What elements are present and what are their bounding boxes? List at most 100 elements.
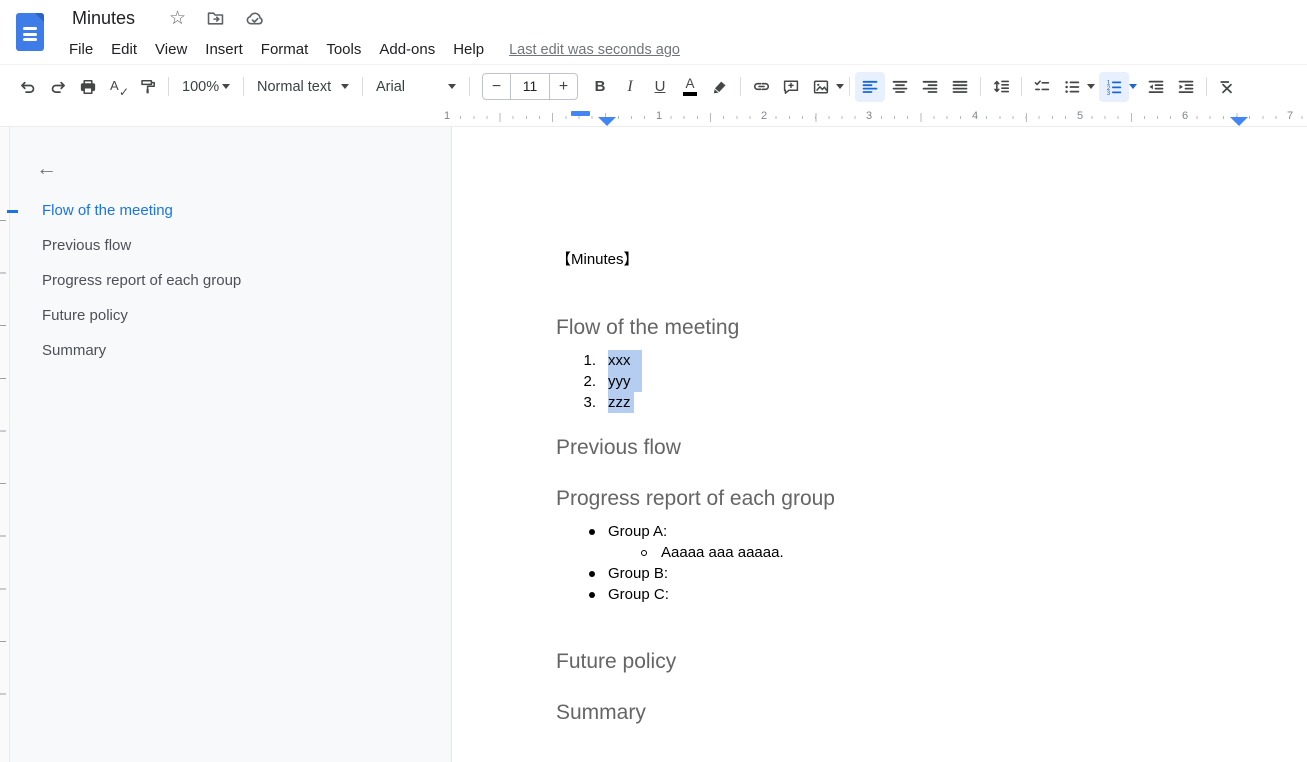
toolbar-divider	[168, 77, 169, 96]
outline-sidebar: ← Flow of the meeting Previous flow Prog…	[10, 127, 451, 762]
numbered-list-button[interactable]: 1 2 3	[1099, 72, 1129, 102]
bulleted-list-button[interactable]	[1057, 72, 1087, 102]
insert-link-icon[interactable]	[746, 72, 776, 102]
ruler-number: 4	[969, 110, 981, 122]
list-item: 3.zzz	[556, 392, 1267, 413]
clear-formatting-button[interactable]	[1212, 72, 1242, 102]
insert-image-icon[interactable]	[806, 72, 836, 102]
star-icon[interactable]: ☆	[169, 7, 186, 30]
outline-item-progress-report[interactable]: Progress report of each group	[10, 263, 451, 298]
ruler-number: 1	[441, 110, 453, 122]
list-item: 1.xxx	[556, 350, 1267, 371]
heading-summary: Summary	[556, 702, 1267, 724]
menu-format[interactable]: Format	[252, 39, 318, 60]
menu-bar: File Edit View Insert Format Tools Add-o…	[68, 39, 680, 60]
selected-text: yyy	[608, 371, 642, 392]
first-line-indent-marker[interactable]	[571, 111, 590, 116]
menu-addons[interactable]: Add-ons	[370, 39, 444, 60]
underline-button[interactable]: U	[645, 72, 675, 102]
outline-item-previous-flow[interactable]: Previous flow	[10, 228, 451, 263]
left-indent-marker[interactable]	[598, 117, 616, 126]
text-color-button[interactable]: A	[675, 72, 705, 102]
back-arrow-icon: ←	[36, 157, 57, 181]
heading-progress-report: Progress report of each group	[556, 488, 1267, 510]
toolbar-divider	[1021, 77, 1022, 96]
toolbar-divider	[1206, 77, 1207, 96]
svg-text:3: 3	[1107, 90, 1111, 96]
document-title[interactable]: Minutes	[68, 7, 139, 30]
menu-view[interactable]: View	[146, 39, 196, 60]
right-indent-marker[interactable]	[1230, 117, 1248, 126]
vertical-ruler-ticks	[0, 220, 6, 740]
align-left-button[interactable]	[855, 72, 885, 102]
list-item: Group B:	[556, 563, 1267, 584]
zoom-select[interactable]: 100%	[174, 72, 238, 102]
increase-indent-button[interactable]	[1171, 72, 1201, 102]
heading-previous-flow: Previous flow	[556, 437, 1267, 459]
increase-font-size-button[interactable]: +	[550, 78, 577, 96]
italic-button[interactable]: I	[615, 72, 645, 102]
redo-button[interactable]	[43, 72, 73, 102]
line-spacing-icon[interactable]	[986, 72, 1016, 102]
bullet-icon	[589, 571, 595, 577]
menu-file[interactable]: File	[68, 39, 102, 60]
decrease-indent-button[interactable]	[1141, 72, 1171, 102]
add-comment-icon[interactable]	[776, 72, 806, 102]
sub-bullet-icon	[641, 550, 647, 556]
close-outline-button[interactable]: ←	[36, 157, 60, 181]
document-page[interactable]: 【Minutes】 Flow of the meeting 1.xxx 2.yy…	[451, 127, 1307, 762]
move-to-folder-icon[interactable]	[206, 9, 225, 28]
toolbar-divider	[740, 77, 741, 96]
list-item: 2.yyy	[556, 371, 1267, 392]
menu-tools[interactable]: Tools	[317, 39, 370, 60]
toolbar-divider	[469, 77, 470, 96]
selected-text: xxx	[608, 350, 642, 371]
last-edit-status[interactable]: Last edit was seconds ago	[509, 42, 680, 58]
undo-button[interactable]	[13, 72, 43, 102]
vertical-ruler	[0, 127, 10, 762]
selected-text: zzz	[608, 392, 634, 413]
spellcheck-icon[interactable]: A✓	[103, 72, 133, 102]
toolbar-divider	[243, 77, 244, 96]
align-center-button[interactable]	[885, 72, 915, 102]
menu-edit[interactable]: Edit	[102, 39, 146, 60]
menu-insert[interactable]: Insert	[196, 39, 252, 60]
decrease-font-size-button[interactable]: −	[483, 78, 510, 96]
outline-item-future-policy[interactable]: Future policy	[10, 298, 451, 333]
outline-item-flow-of-the-meeting[interactable]: Flow of the meeting	[10, 193, 451, 228]
paint-format-icon[interactable]	[133, 72, 163, 102]
heading-future-policy: Future policy	[556, 651, 1267, 673]
ruler-number: 3	[863, 110, 875, 122]
numbered-list: 1.xxx 2.yyy 3.zzz	[556, 350, 1267, 413]
font-size-control: − 11 +	[482, 73, 578, 100]
app-header: Minutes ☆ File Edit View Insert Format T…	[0, 0, 1307, 65]
bulleted-list-dropdown[interactable]	[1087, 84, 1095, 89]
toolbar: A✓ 100% Normal text Arial − 11 + B I U A	[0, 65, 1307, 108]
cloud-saved-icon[interactable]	[245, 9, 265, 29]
justify-button[interactable]	[945, 72, 975, 102]
list-item: Group A:	[556, 521, 1267, 542]
insert-image-dropdown[interactable]	[836, 84, 844, 89]
heading-flow-of-the-meeting: Flow of the meeting	[556, 317, 1267, 339]
toolbar-divider	[362, 77, 363, 96]
list-item: Aaaaa aaa aaaaa.	[556, 542, 1267, 563]
outline-item-summary[interactable]: Summary	[10, 333, 451, 368]
menu-help[interactable]: Help	[444, 39, 493, 60]
current-text-color	[683, 92, 697, 96]
font-size-value[interactable]: 11	[510, 74, 550, 99]
bullet-icon	[589, 592, 595, 598]
checklist-button[interactable]	[1027, 72, 1057, 102]
outline-active-indicator	[7, 210, 18, 213]
bullet-icon	[589, 529, 595, 535]
print-icon[interactable]	[73, 72, 103, 102]
google-docs-logo-icon[interactable]	[16, 13, 44, 51]
paragraph-style-select[interactable]: Normal text	[249, 72, 357, 102]
bold-button[interactable]: B	[585, 72, 615, 102]
ruler-number: 1	[653, 110, 665, 122]
highlight-color-icon[interactable]	[705, 72, 735, 102]
horizontal-ruler[interactable]: 1 1 2 3 4 5 6 7	[0, 108, 1307, 127]
toolbar-divider	[980, 77, 981, 96]
align-right-button[interactable]	[915, 72, 945, 102]
font-family-select[interactable]: Arial	[368, 72, 464, 102]
numbered-list-dropdown[interactable]	[1129, 84, 1137, 89]
